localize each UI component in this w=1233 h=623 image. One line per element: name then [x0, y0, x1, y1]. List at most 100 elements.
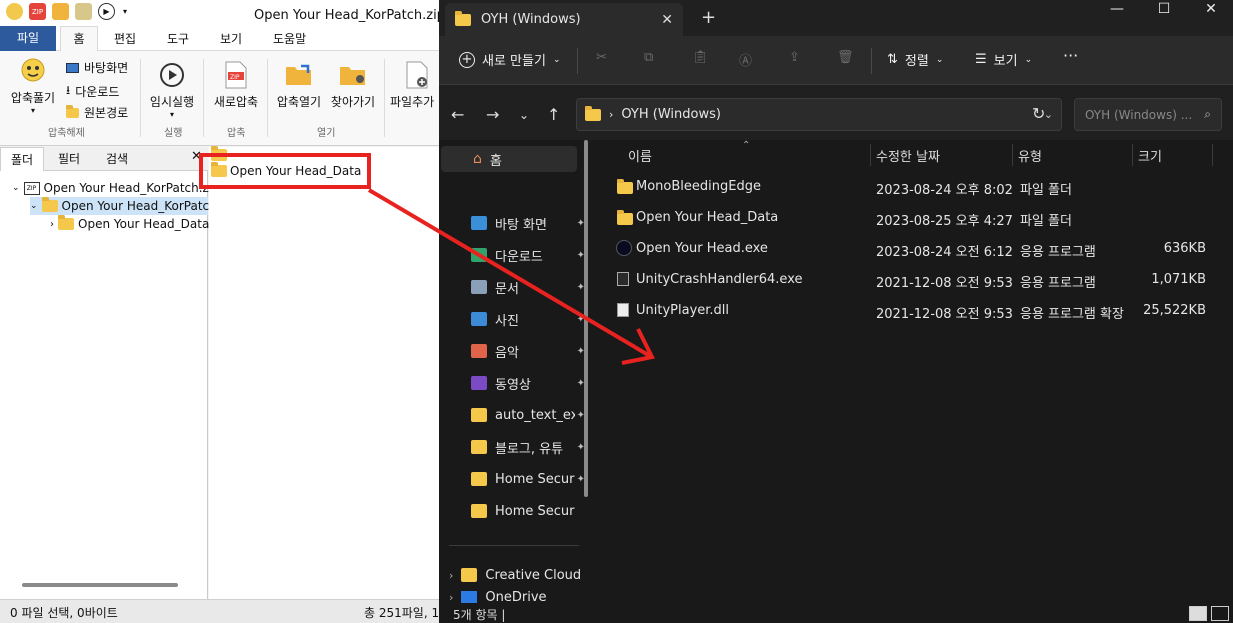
- view-button[interactable]: ☰ 보기 ⌄: [975, 50, 1032, 69]
- delete-icon[interactable]: 🗑︎: [837, 50, 854, 65]
- group-label-run: 실행: [164, 128, 183, 139]
- nav-item[interactable]: 문서 ✦: [439, 274, 589, 300]
- nav-item[interactable]: Home Security: [439, 498, 589, 524]
- column-divider[interactable]: [1012, 144, 1013, 166]
- nav-creative-cloud[interactable]: › Creative Cloud: [439, 562, 589, 588]
- close-pane-icon[interactable]: ✕: [191, 149, 202, 164]
- tree-root[interactable]: ⌄ ZIP Open Your Head_KorPatch.z: [12, 179, 209, 197]
- folder-icon: [211, 162, 227, 177]
- tiles-view-icon[interactable]: [1211, 606, 1229, 621]
- expand-icon[interactable]: ›: [50, 219, 54, 230]
- tree-child[interactable]: ⌄ Open Your Head_KorPatc: [30, 197, 209, 215]
- nav-item[interactable]: 바탕 화면 ✦: [439, 210, 589, 236]
- list-item[interactable]: Open Your Head_Data: [209, 161, 361, 181]
- forward-arrow-icon[interactable]: →: [486, 105, 499, 124]
- search-input[interactable]: OYH (Windows) ... ⌕: [1074, 98, 1222, 131]
- file-row[interactable]: UnityCrashHandler64.exe 2021-12-08 오전 9:5…: [597, 265, 1233, 296]
- extract-download-button[interactable]: ⭳ 다운로드: [66, 81, 119, 102]
- find-location-button[interactable]: 찾아가기: [326, 61, 380, 110]
- nav-item-label: 사진: [495, 313, 519, 329]
- menu-view[interactable]: 보기: [220, 30, 242, 47]
- menu-edit[interactable]: 편집: [114, 30, 136, 47]
- folder-pin-icon: [338, 61, 368, 89]
- extract-original-path-button[interactable]: 원본경로: [66, 104, 128, 121]
- play-icon[interactable]: ▶: [98, 3, 115, 20]
- nav-onedrive[interactable]: › OneDrive: [439, 591, 589, 603]
- close-tab-icon[interactable]: ✕: [661, 12, 673, 28]
- extract-wand-icon[interactable]: [75, 3, 92, 20]
- address-bar[interactable]: › OYH (Windows) ⌄: [576, 98, 1062, 131]
- nav-item[interactable]: 다운로드 ✦: [439, 242, 589, 268]
- column-divider[interactable]: [870, 144, 871, 166]
- menu-home[interactable]: 홈: [60, 26, 98, 52]
- back-arrow-icon[interactable]: ←: [451, 105, 464, 124]
- new-archive-button[interactable]: ZIP 새로압축: [208, 61, 264, 110]
- nav-item[interactable]: 음악 ✦: [439, 338, 589, 364]
- file-modified: 2023-08-24 오후 8:02: [876, 183, 1013, 198]
- details-view-icon[interactable]: [1189, 606, 1207, 621]
- add-file-button[interactable]: 파일추가: [390, 61, 440, 110]
- rename-icon[interactable]: Ⓐ: [739, 50, 752, 69]
- file-modified: 2023-08-25 오후 4:27: [876, 214, 1013, 229]
- tab-folder[interactable]: 폴더: [0, 147, 45, 171]
- run-temp-button[interactable]: 임시실행 ▾: [146, 61, 198, 119]
- tab-filter[interactable]: 필터: [48, 147, 90, 171]
- vertical-scrollbar[interactable]: [584, 140, 588, 497]
- maximize-icon[interactable]: ☐: [1149, 0, 1179, 20]
- column-divider[interactable]: [1132, 144, 1133, 166]
- copy-icon[interactable]: ⧉: [644, 50, 653, 65]
- extract-label: 압축풀기: [10, 91, 56, 105]
- new-tab-icon[interactable]: +: [701, 7, 716, 28]
- onedrive-icon: [461, 591, 478, 603]
- quick-access-dropdown-icon[interactable]: ▾: [121, 3, 129, 20]
- refresh-icon[interactable]: ↻: [1032, 104, 1045, 123]
- nav-item[interactable]: Home Secur ✦: [439, 466, 589, 492]
- more-options-button[interactable]: ···: [1063, 46, 1078, 65]
- new-zip-icon[interactable]: ZIP: [29, 3, 46, 20]
- close-window-icon[interactable]: ✕: [1196, 0, 1226, 20]
- nav-item[interactable]: 동영상 ✦: [439, 370, 589, 396]
- nav-creative-cloud-label: Creative Cloud: [485, 567, 582, 583]
- new-button[interactable]: + 새로 만들기 ⌄: [459, 50, 560, 69]
- extract-desktop-button[interactable]: 바탕화면: [66, 59, 128, 76]
- tree-grandchild[interactable]: › Open Your Head_Data: [50, 215, 209, 233]
- tab-oyh[interactable]: OYH (Windows) ✕: [445, 3, 683, 36]
- column-size[interactable]: 크기: [1138, 146, 1162, 165]
- file-type: 파일 폴더: [1020, 214, 1072, 229]
- open-archive-button[interactable]: 압축열기: [272, 61, 326, 110]
- column-name[interactable]: 이름: [628, 146, 652, 165]
- breadcrumb[interactable]: OYH (Windows): [621, 107, 721, 122]
- collapse-icon[interactable]: ⌄: [12, 183, 20, 193]
- nav-item[interactable]: auto_text_ext ✦: [439, 402, 589, 428]
- nav-item[interactable]: 블로그, 유튜 ✦: [439, 434, 589, 460]
- expand-icon[interactable]: ›: [449, 569, 453, 582]
- cut-icon[interactable]: ✂: [596, 50, 607, 65]
- horizontal-scrollbar[interactable]: [22, 583, 178, 587]
- up-arrow-icon[interactable]: ↑: [547, 105, 560, 124]
- tab-title: OYH (Windows): [481, 12, 581, 27]
- menu-file[interactable]: 파일: [0, 26, 56, 51]
- column-type[interactable]: 유형: [1018, 146, 1042, 165]
- sort-button[interactable]: ⇅ 정렬 ⌄: [887, 50, 943, 69]
- share-icon[interactable]: ⇪: [789, 50, 800, 65]
- minimize-icon[interactable]: —: [1102, 0, 1132, 20]
- file-row[interactable]: UnityPlayer.dll 2021-12-08 오전 9:53 응용 프로그램…: [597, 296, 1233, 327]
- nav-home[interactable]: ⌂ 홈: [441, 146, 577, 172]
- file-row[interactable]: MonoBleedingEdge 2023-08-24 오후 8:02 파일 폴더: [597, 172, 1233, 203]
- file-row[interactable]: Open Your Head_Data 2023-08-25 오후 4:27 파일 …: [597, 203, 1233, 234]
- extract-button[interactable]: 압축풀기 ▾: [6, 57, 60, 115]
- nav-item[interactable]: 사진 ✦: [439, 306, 589, 332]
- tree-root-label: Open Your Head_KorPatch.z: [43, 181, 209, 195]
- menu-tools[interactable]: 도구: [167, 30, 189, 47]
- paste-icon[interactable]: 📋︎: [692, 50, 709, 65]
- dll-icon: [617, 303, 629, 317]
- expand-icon[interactable]: ›: [449, 591, 453, 603]
- tab-search[interactable]: 검색: [96, 147, 138, 171]
- open-folder-icon[interactable]: [52, 3, 69, 20]
- menu-help[interactable]: 도움말: [273, 30, 306, 47]
- file-row[interactable]: Open Your Head.exe 2023-08-24 오전 6:12 응용 프…: [597, 234, 1233, 265]
- recent-chevron-icon[interactable]: ⌄: [519, 108, 529, 122]
- column-divider[interactable]: [1212, 144, 1213, 166]
- column-modified[interactable]: 수정한 날짜: [876, 146, 940, 165]
- collapse-icon[interactable]: ⌄: [30, 201, 38, 211]
